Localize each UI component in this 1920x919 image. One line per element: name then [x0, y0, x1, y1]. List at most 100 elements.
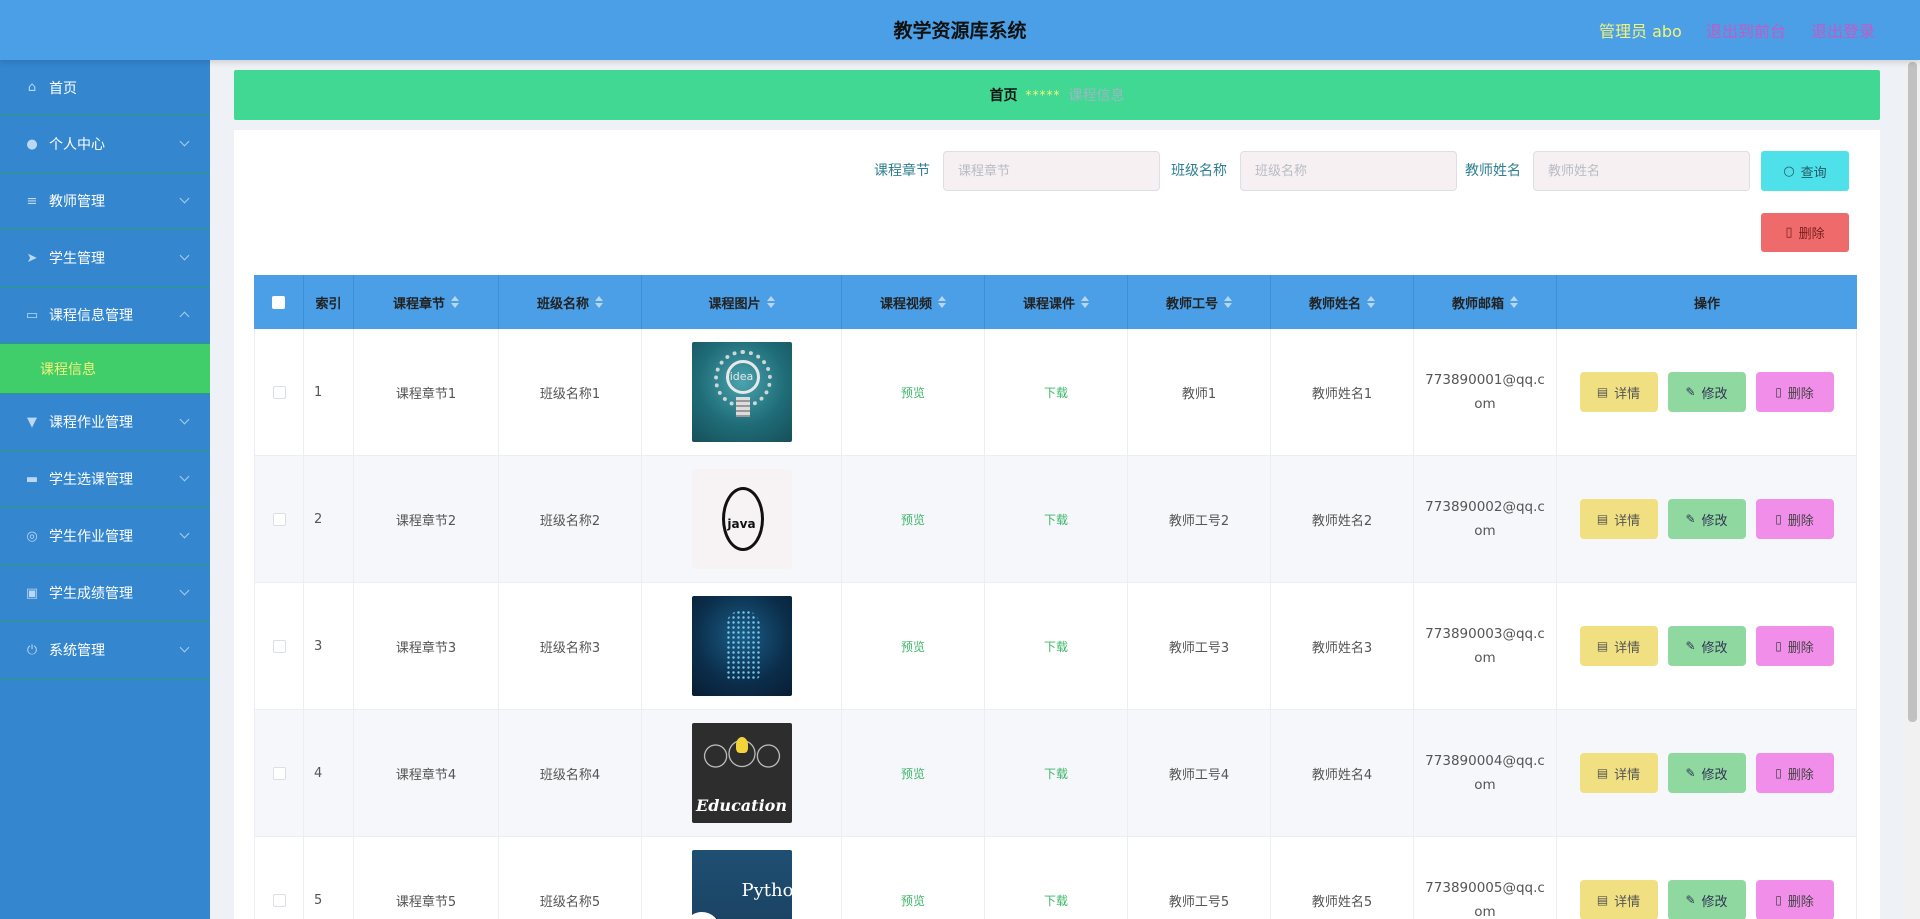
course-image-idea[interactable]: idea [691, 342, 792, 442]
sidebar-item-label: 个人中心 [49, 137, 105, 153]
cell-actions: ▤ 详情 ✎ 修改 ▯ 删除 [1557, 583, 1857, 709]
back-to-frontend-link[interactable]: 退出到前台 [1706, 18, 1786, 42]
course-image-python[interactable]: Python [691, 850, 792, 919]
scrollbar-thumb[interactable] [1908, 62, 1917, 722]
top-header: 教学资源库系统 管理员 abo 退出到前台 退出登录 [0, 0, 1920, 60]
row-checkbox[interactable] [272, 893, 286, 907]
preview-link[interactable]: 预览 [901, 638, 925, 655]
cell-image [642, 583, 842, 709]
col-label: 课程章节 [392, 296, 445, 312]
teacher-search-input[interactable] [1533, 151, 1750, 191]
download-link[interactable]: 下载 [1044, 511, 1068, 528]
detail-label: 详情 [1614, 767, 1641, 783]
col-class[interactable]: 班级名称 [499, 275, 642, 329]
delete-button[interactable]: ▯ 删除 [1755, 372, 1834, 412]
lightbulb-icon [735, 737, 748, 753]
cell-chapter: 课程章节3 [354, 583, 499, 709]
breadcrumb-home[interactable]: 首页 [990, 85, 1018, 105]
cell-actions: ▤ 详情 ✎ 修改 ▯ 删除 [1557, 837, 1857, 919]
download-link[interactable]: 下载 [1044, 765, 1068, 782]
detail-button[interactable]: ▤ 详情 [1579, 626, 1658, 666]
cell-courseware: 下载 [985, 329, 1128, 455]
sidebar-item-student-homework[interactable]: ◎ 学生作业管理 [0, 508, 210, 565]
chevron-down-icon [179, 414, 190, 425]
cell-index: 5 [304, 837, 354, 919]
table-row: 5 课程章节5 班级名称5 Python 预览 下载 教师工号5 教师姓名5 7… [254, 837, 1857, 919]
delete-label: 删除 [1787, 640, 1814, 656]
course-image-java[interactable]: java [691, 469, 792, 569]
detail-button[interactable]: ▤ 详情 [1579, 753, 1658, 793]
cell-teacher-id: 教师工号2 [1128, 456, 1271, 582]
edit-button[interactable]: ✎ 修改 [1667, 626, 1746, 666]
col-video[interactable]: 课程视频 [842, 275, 985, 329]
preview-link[interactable]: 预览 [901, 892, 925, 909]
sidebar-item-profile[interactable]: ● 个人中心 [0, 116, 210, 173]
query-button[interactable]: ○ 查询 [1761, 151, 1849, 191]
logout-link[interactable]: 退出登录 [1811, 18, 1875, 42]
detail-button[interactable]: ▤ 详情 [1579, 372, 1658, 412]
col-chapter[interactable]: 课程章节 [354, 275, 499, 329]
delete-button[interactable]: ▯ 删除 [1755, 753, 1834, 793]
row-checkbox[interactable] [272, 639, 286, 653]
delete-button[interactable]: ▯ 删除 [1755, 626, 1834, 666]
image-caption: idea [729, 370, 754, 383]
edit-button[interactable]: ✎ 修改 [1667, 753, 1746, 793]
bulb-base [735, 397, 750, 417]
edit-button[interactable]: ✎ 修改 [1667, 880, 1746, 919]
detail-button[interactable]: ▤ 详情 [1579, 499, 1658, 539]
submenu-item-course-info[interactable]: 课程信息 [0, 344, 210, 394]
table-row: 4 课程章节4 班级名称4 Education 预览 下载 教师工号4 教师姓名… [254, 710, 1857, 837]
download-link[interactable]: 下载 [1044, 892, 1068, 909]
power-icon: ⏻ [26, 642, 38, 658]
sidebar-item-teachers[interactable]: ≡ 教师管理 [0, 173, 210, 230]
cell-video: 预览 [842, 583, 985, 709]
preview-link[interactable]: 预览 [901, 384, 925, 401]
sidebar-item-home[interactable]: ⌂ 首页 [0, 60, 210, 116]
course-image-education[interactable]: Education [691, 723, 792, 823]
chevron-down-icon [179, 642, 190, 653]
cell-class: 班级名称4 [499, 710, 642, 836]
select-all-checkbox[interactable] [272, 295, 285, 309]
sidebar-item-course-info[interactable]: ▭ 课程信息管理 [0, 287, 210, 344]
row-checkbox[interactable] [272, 385, 286, 399]
chapter-search-input[interactable] [943, 151, 1160, 191]
list-icon: ≡ [26, 193, 38, 209]
download-link[interactable]: 下载 [1044, 638, 1068, 655]
edit-label: 修改 [1701, 386, 1728, 402]
chevron-up-icon [179, 311, 190, 322]
col-teacher-email[interactable]: 教师邮箱 [1414, 275, 1557, 329]
sidebar-item-course-selection[interactable]: ▬ 学生选课管理 [0, 451, 210, 508]
row-checkbox[interactable] [272, 766, 286, 780]
preview-link[interactable]: 预览 [901, 765, 925, 782]
edit-button[interactable]: ✎ 修改 [1667, 499, 1746, 539]
sidebar-item-label: 学生作业管理 [49, 529, 133, 545]
col-image[interactable]: 课程图片 [642, 275, 842, 329]
course-table: 索引 课程章节 班级名称 课程图片 课程视频 课程课件 教师工号 教师姓名 教师… [254, 275, 1857, 919]
preview-link[interactable]: 预览 [901, 511, 925, 528]
delete-button[interactable]: ▯ 删除 [1755, 880, 1834, 919]
sidebar-item-student-grades[interactable]: ▣ 学生成绩管理 [0, 565, 210, 622]
sidebar-item-students[interactable]: ➤ 学生管理 [0, 230, 210, 287]
col-label: 教师工号 [1165, 296, 1218, 312]
detail-button[interactable]: ▤ 详情 [1579, 880, 1658, 919]
delete-button[interactable]: ▯ 删除 [1755, 499, 1834, 539]
cell-teacher-email: 773890004@qq.com [1414, 710, 1557, 836]
cell-teacher-id: 教师工号4 [1128, 710, 1271, 836]
download-link[interactable]: 下载 [1044, 384, 1068, 401]
breadcrumb-current: 课程信息 [1068, 88, 1125, 104]
class-search-input[interactable] [1240, 151, 1457, 191]
course-image-ai[interactable] [691, 596, 792, 696]
cell-video: 预览 [842, 456, 985, 582]
sidebar-item-system[interactable]: ⏻ 系统管理 [0, 622, 210, 679]
col-label: 教师邮箱 [1451, 296, 1504, 312]
cell-courseware: 下载 [985, 710, 1128, 836]
batch-delete-button[interactable]: ▯ 删除 [1761, 213, 1849, 252]
col-teacher-name[interactable]: 教师姓名 [1271, 275, 1414, 329]
row-checkbox[interactable] [272, 512, 286, 526]
chevron-down-icon [179, 250, 190, 261]
col-teacher-id[interactable]: 教师工号 [1128, 275, 1271, 329]
sidebar-item-label: 学生选课管理 [49, 472, 133, 488]
sidebar-item-course-homework[interactable]: ▼ 课程作业管理 [0, 394, 210, 451]
edit-button[interactable]: ✎ 修改 [1667, 372, 1746, 412]
col-courseware[interactable]: 课程课件 [985, 275, 1128, 329]
